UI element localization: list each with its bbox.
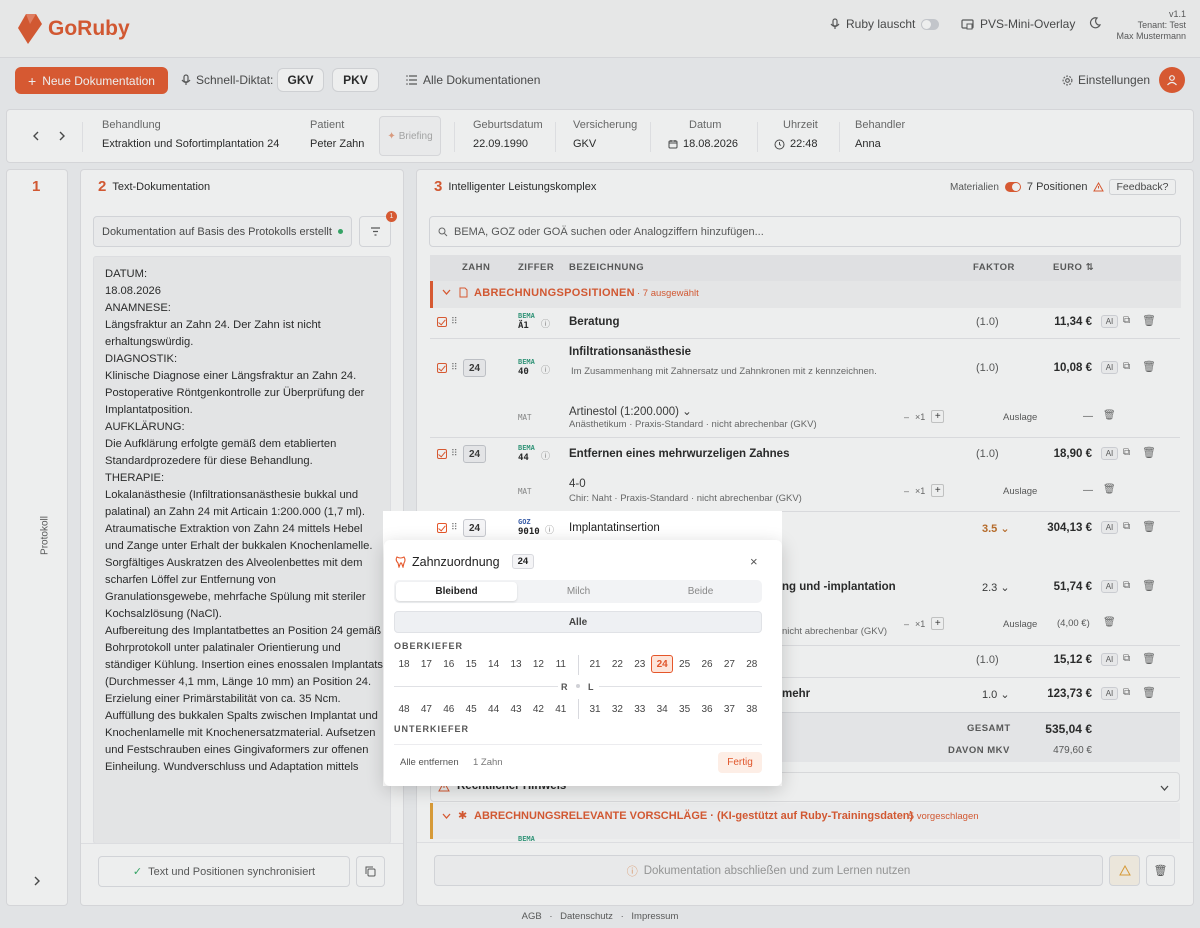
select-all-button[interactable]: Alle [394,611,762,633]
tooth-24[interactable]: 24 [651,655,674,673]
tooth-23[interactable]: 23 [629,655,651,673]
tab-milch[interactable]: Milch [518,582,639,601]
row-checkbox[interactable] [437,523,447,533]
upper-jaw-label: OBERKIEFER [394,641,464,651]
selected-tooth-badge: 24 [511,554,535,569]
tooth-12[interactable]: 12 [527,655,549,673]
tooth-43[interactable]: 43 [505,700,527,718]
midline [578,655,579,675]
tooth-34[interactable]: 34 [651,700,673,718]
tooth-45[interactable]: 45 [460,700,482,718]
midline [578,699,579,719]
tooth-selector[interactable]: 24 [463,519,486,537]
code-value: 9010 [518,527,540,537]
right-side-label: R [561,682,568,692]
center-dot [576,684,580,688]
tooth-44[interactable]: 44 [483,700,505,718]
tooth-36[interactable]: 36 [696,700,718,718]
divider [394,686,558,687]
tooth-17[interactable]: 17 [415,655,437,673]
tooth-16[interactable]: 16 [438,655,460,673]
row-title: Implantatinsertion [569,522,660,534]
tooth-47[interactable]: 47 [415,700,437,718]
tooth-15[interactable]: 15 [460,655,482,673]
tooth-14[interactable]: 14 [483,655,505,673]
tooth-26[interactable]: 26 [696,655,718,673]
tooth-18[interactable]: 18 [393,655,415,673]
code-type: GOZ [518,518,531,526]
tooth-31[interactable]: 31 [584,700,606,718]
tooth-38[interactable]: 38 [741,700,763,718]
tooth-37[interactable]: 37 [718,700,740,718]
tooth-46[interactable]: 46 [438,700,460,718]
tooth-count: 1 Zahn [473,757,503,768]
remove-all-button[interactable]: Alle entfernen [400,757,459,768]
tooth-22[interactable]: 22 [606,655,628,673]
dialog-title: Zahnzuordnung [412,554,500,569]
tooth-21[interactable]: 21 [584,655,606,673]
tooth-13[interactable]: 13 [505,655,527,673]
tooth-27[interactable]: 27 [718,655,740,673]
tooth-42[interactable]: 42 [527,700,549,718]
modal-backdrop[interactable] [0,0,1200,928]
close-icon[interactable]: × [750,554,758,569]
tab-beide[interactable]: Beide [640,582,761,601]
divider [599,686,762,687]
tooth-48[interactable]: 48 [393,700,415,718]
tooth-41[interactable]: 41 [550,700,572,718]
tooth-assignment-dialog: Zahnzuordnung 24 × Bleibend Milch Beide … [384,540,782,786]
tab-bleibend[interactable]: Bleibend [396,582,517,601]
tooth-28[interactable]: 28 [741,655,763,673]
tooth-11[interactable]: 11 [550,655,572,673]
tooth-35[interactable]: 35 [674,700,696,718]
left-side-label: L [588,682,594,692]
done-button[interactable]: Fertig [718,752,762,773]
drag-handle-icon[interactable]: ⠿ [451,522,458,533]
tooth-icon [395,555,406,568]
lower-jaw-label: UNTERKIEFER [394,724,470,734]
tooth-25[interactable]: 25 [674,655,696,673]
tooth-33[interactable]: 33 [629,700,651,718]
divider [394,744,762,745]
tooth-32[interactable]: 32 [606,700,628,718]
dentition-tabs: Bleibend Milch Beide [394,580,762,603]
info-icon[interactable]: ⓘ [545,523,554,536]
